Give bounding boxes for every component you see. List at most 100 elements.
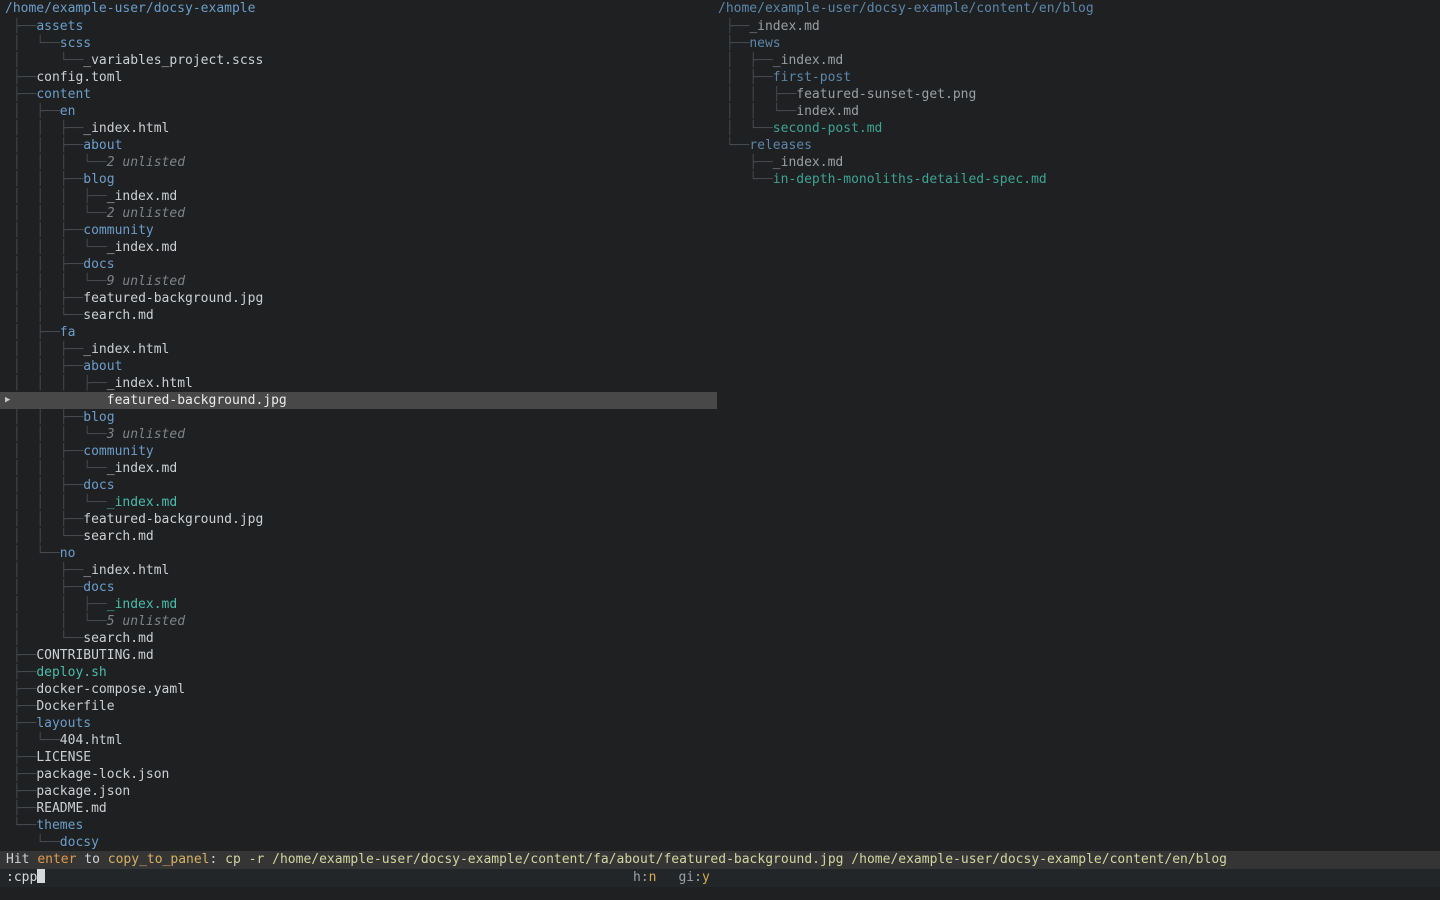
tree-item-name[interactable]: about	[83, 138, 122, 153]
tree-item-name[interactable]: first-post	[773, 70, 851, 85]
tree-item-name[interactable]: _index.md	[773, 155, 843, 170]
tree-row[interactable]: │ │ ├──featured-background.jpg	[0, 511, 717, 528]
tree-item-name[interactable]: LICENSE	[36, 750, 91, 765]
tree-row[interactable]: │ │ ├──community	[0, 443, 717, 460]
tree-item-name[interactable]: blog	[83, 410, 114, 425]
tree-row[interactable]: │ │ └──search.md	[0, 528, 717, 545]
tree-item-name[interactable]: _index.md	[749, 19, 819, 34]
tree-row[interactable]: ▶ │ │ │ └──featured-background.jpg	[0, 392, 717, 409]
tree-item-name[interactable]: CONTRIBUTING.md	[36, 648, 153, 663]
tree-row[interactable]: │ └──scss	[0, 35, 717, 52]
tree-row[interactable]: │ │ ├──about	[0, 137, 717, 154]
tree-row[interactable]: ├──CONTRIBUTING.md	[0, 647, 717, 664]
tree-item-name[interactable]: _index.md	[107, 240, 177, 255]
tree-item-name[interactable]: fa	[60, 325, 76, 340]
tree-row[interactable]: │ │ ├──_index.html	[0, 120, 717, 137]
tree-row[interactable]: └──releases	[716, 137, 1440, 154]
tree-item-name[interactable]: docs	[83, 257, 114, 272]
tree-row[interactable]: │ ├──en	[0, 103, 717, 120]
tree-item-name[interactable]: index.md	[796, 104, 859, 119]
tree-item-name[interactable]: search.md	[83, 631, 153, 646]
tree-row[interactable]: │ │ ├──_index.html	[0, 341, 717, 358]
tree-row[interactable]: │ │ │ └──3 unlisted	[0, 426, 717, 443]
tree-row[interactable]: ├──package.json	[0, 783, 717, 800]
tree-item-name[interactable]: search.md	[83, 529, 153, 544]
tree-item-name[interactable]: _variables_project.scss	[83, 53, 263, 68]
tree-item-name[interactable]: about	[83, 359, 122, 374]
tree-row[interactable]: │ │ ├──blog	[0, 409, 717, 426]
tree-row[interactable]: ├──content	[0, 86, 717, 103]
tree-row[interactable]: │ │ │ └──2 unlisted	[0, 154, 717, 171]
tree-row[interactable]: ├──layouts	[0, 715, 717, 732]
tree-row[interactable]: ├──assets	[0, 18, 717, 35]
tree-row[interactable]: │ ├──first-post	[716, 69, 1440, 86]
tree-row[interactable]: │ │ ├──docs	[0, 477, 717, 494]
tree-row[interactable]: ├──Dockerfile	[0, 698, 717, 715]
tree-item-name[interactable]: _index.md	[107, 189, 177, 204]
tree-item-name[interactable]: docsy	[60, 835, 99, 850]
tree-row[interactable]: │ └──second-post.md	[716, 120, 1440, 137]
tree-row[interactable]: │ │ ├──blog	[0, 171, 717, 188]
tree-item-name[interactable]: config.toml	[36, 70, 122, 85]
tree-item-name[interactable]: scss	[60, 36, 91, 51]
tree-item-name[interactable]: search.md	[83, 308, 153, 323]
tree-item-name[interactable]: _index.html	[107, 376, 193, 391]
tree-row[interactable]: │ │ ├──featured-sunset-get.png	[716, 86, 1440, 103]
tree-item-name[interactable]: _index.html	[83, 563, 169, 578]
tree-row[interactable]: ├──LICENSE	[0, 749, 717, 766]
tree-row[interactable]: │ │ │ ├──_index.html	[0, 375, 717, 392]
tree-item-name[interactable]: community	[83, 444, 153, 459]
command-input-line[interactable]: :cpph:ngi:y	[0, 869, 1440, 887]
tree-item-name[interactable]: deploy.sh	[36, 665, 106, 680]
tree-item-name[interactable]: 404.html	[60, 733, 123, 748]
tree-row[interactable]: │ │ │ ├──_index.md	[0, 188, 717, 205]
tree-item-name[interactable]: _index.md	[107, 495, 177, 510]
tree-row[interactable]: │ ├──docs	[0, 579, 717, 596]
tree-item-name[interactable]: themes	[36, 818, 83, 833]
tree-row[interactable]: │ ├──fa	[0, 324, 717, 341]
tree-row[interactable]: └──docsy	[0, 834, 717, 851]
tree-row[interactable]: │ │ └──5 unlisted	[0, 613, 717, 630]
tree-item-name[interactable]: featured-background.jpg	[83, 512, 263, 527]
tree-row[interactable]: │ │ └──index.md	[716, 103, 1440, 120]
tree-item-name[interactable]: assets	[36, 19, 83, 34]
tree-row[interactable]: │ │ ├──about	[0, 358, 717, 375]
tree-row[interactable]: │ │ └──search.md	[0, 307, 717, 324]
tree-row[interactable]: │ │ │ └──2 unlisted	[0, 205, 717, 222]
tree-item-name[interactable]: featured-background.jpg	[107, 393, 287, 408]
tree-row[interactable]: │ │ ├──docs	[0, 256, 717, 273]
tree-item-name[interactable]: Dockerfile	[36, 699, 114, 714]
tree-item-name[interactable]: _index.md	[773, 53, 843, 68]
tree-row[interactable]: ├──package-lock.json	[0, 766, 717, 783]
tree-row[interactable]: ├──news	[716, 35, 1440, 52]
tree-item-name[interactable]: layouts	[36, 716, 91, 731]
tree-row[interactable]: │ └──404.html	[0, 732, 717, 749]
tree-item-name[interactable]: no	[60, 546, 76, 561]
command-input-value[interactable]: :cpp	[6, 870, 37, 885]
tree-item-name[interactable]: community	[83, 223, 153, 238]
tree-row[interactable]: │ ├──_index.html	[0, 562, 717, 579]
tree-item-name[interactable]: package-lock.json	[36, 767, 169, 782]
tree-row[interactable]: │ └──search.md	[0, 630, 717, 647]
tree-item-name[interactable]: content	[36, 87, 91, 102]
tree-item-name[interactable]: docker-compose.yaml	[36, 682, 185, 697]
tree-row[interactable]: │ ├──_index.md	[716, 52, 1440, 69]
tree-item-name[interactable]: _index.html	[83, 342, 169, 357]
tree-item-name[interactable]: _index.md	[107, 461, 177, 476]
tree-item-name[interactable]: _index.html	[83, 121, 169, 136]
tree-row[interactable]: ├──README.md	[0, 800, 717, 817]
tree-item-name[interactable]: releases	[749, 138, 812, 153]
tree-row[interactable]: │ └──no	[0, 545, 717, 562]
tree-row[interactable]: │ │ │ └──_index.md	[0, 494, 717, 511]
tree-row[interactable]: ├──config.toml	[0, 69, 717, 86]
tree-row[interactable]: └──in-depth-monoliths-detailed-spec.md	[716, 171, 1440, 188]
tree-row[interactable]: ├──docker-compose.yaml	[0, 681, 717, 698]
tree-row[interactable]: │ │ ├──_index.md	[0, 596, 717, 613]
tree-item-name[interactable]: _index.md	[107, 597, 177, 612]
tree-item-name[interactable]: en	[60, 104, 76, 119]
tree-item-name[interactable]: docs	[83, 580, 114, 595]
tree-row[interactable]: └──themes	[0, 817, 717, 834]
tree-item-name[interactable]: in-depth-monoliths-detailed-spec.md	[773, 172, 1047, 187]
tree-row[interactable]: │ │ │ └──_index.md	[0, 460, 717, 477]
tree-item-name[interactable]: README.md	[36, 801, 106, 816]
